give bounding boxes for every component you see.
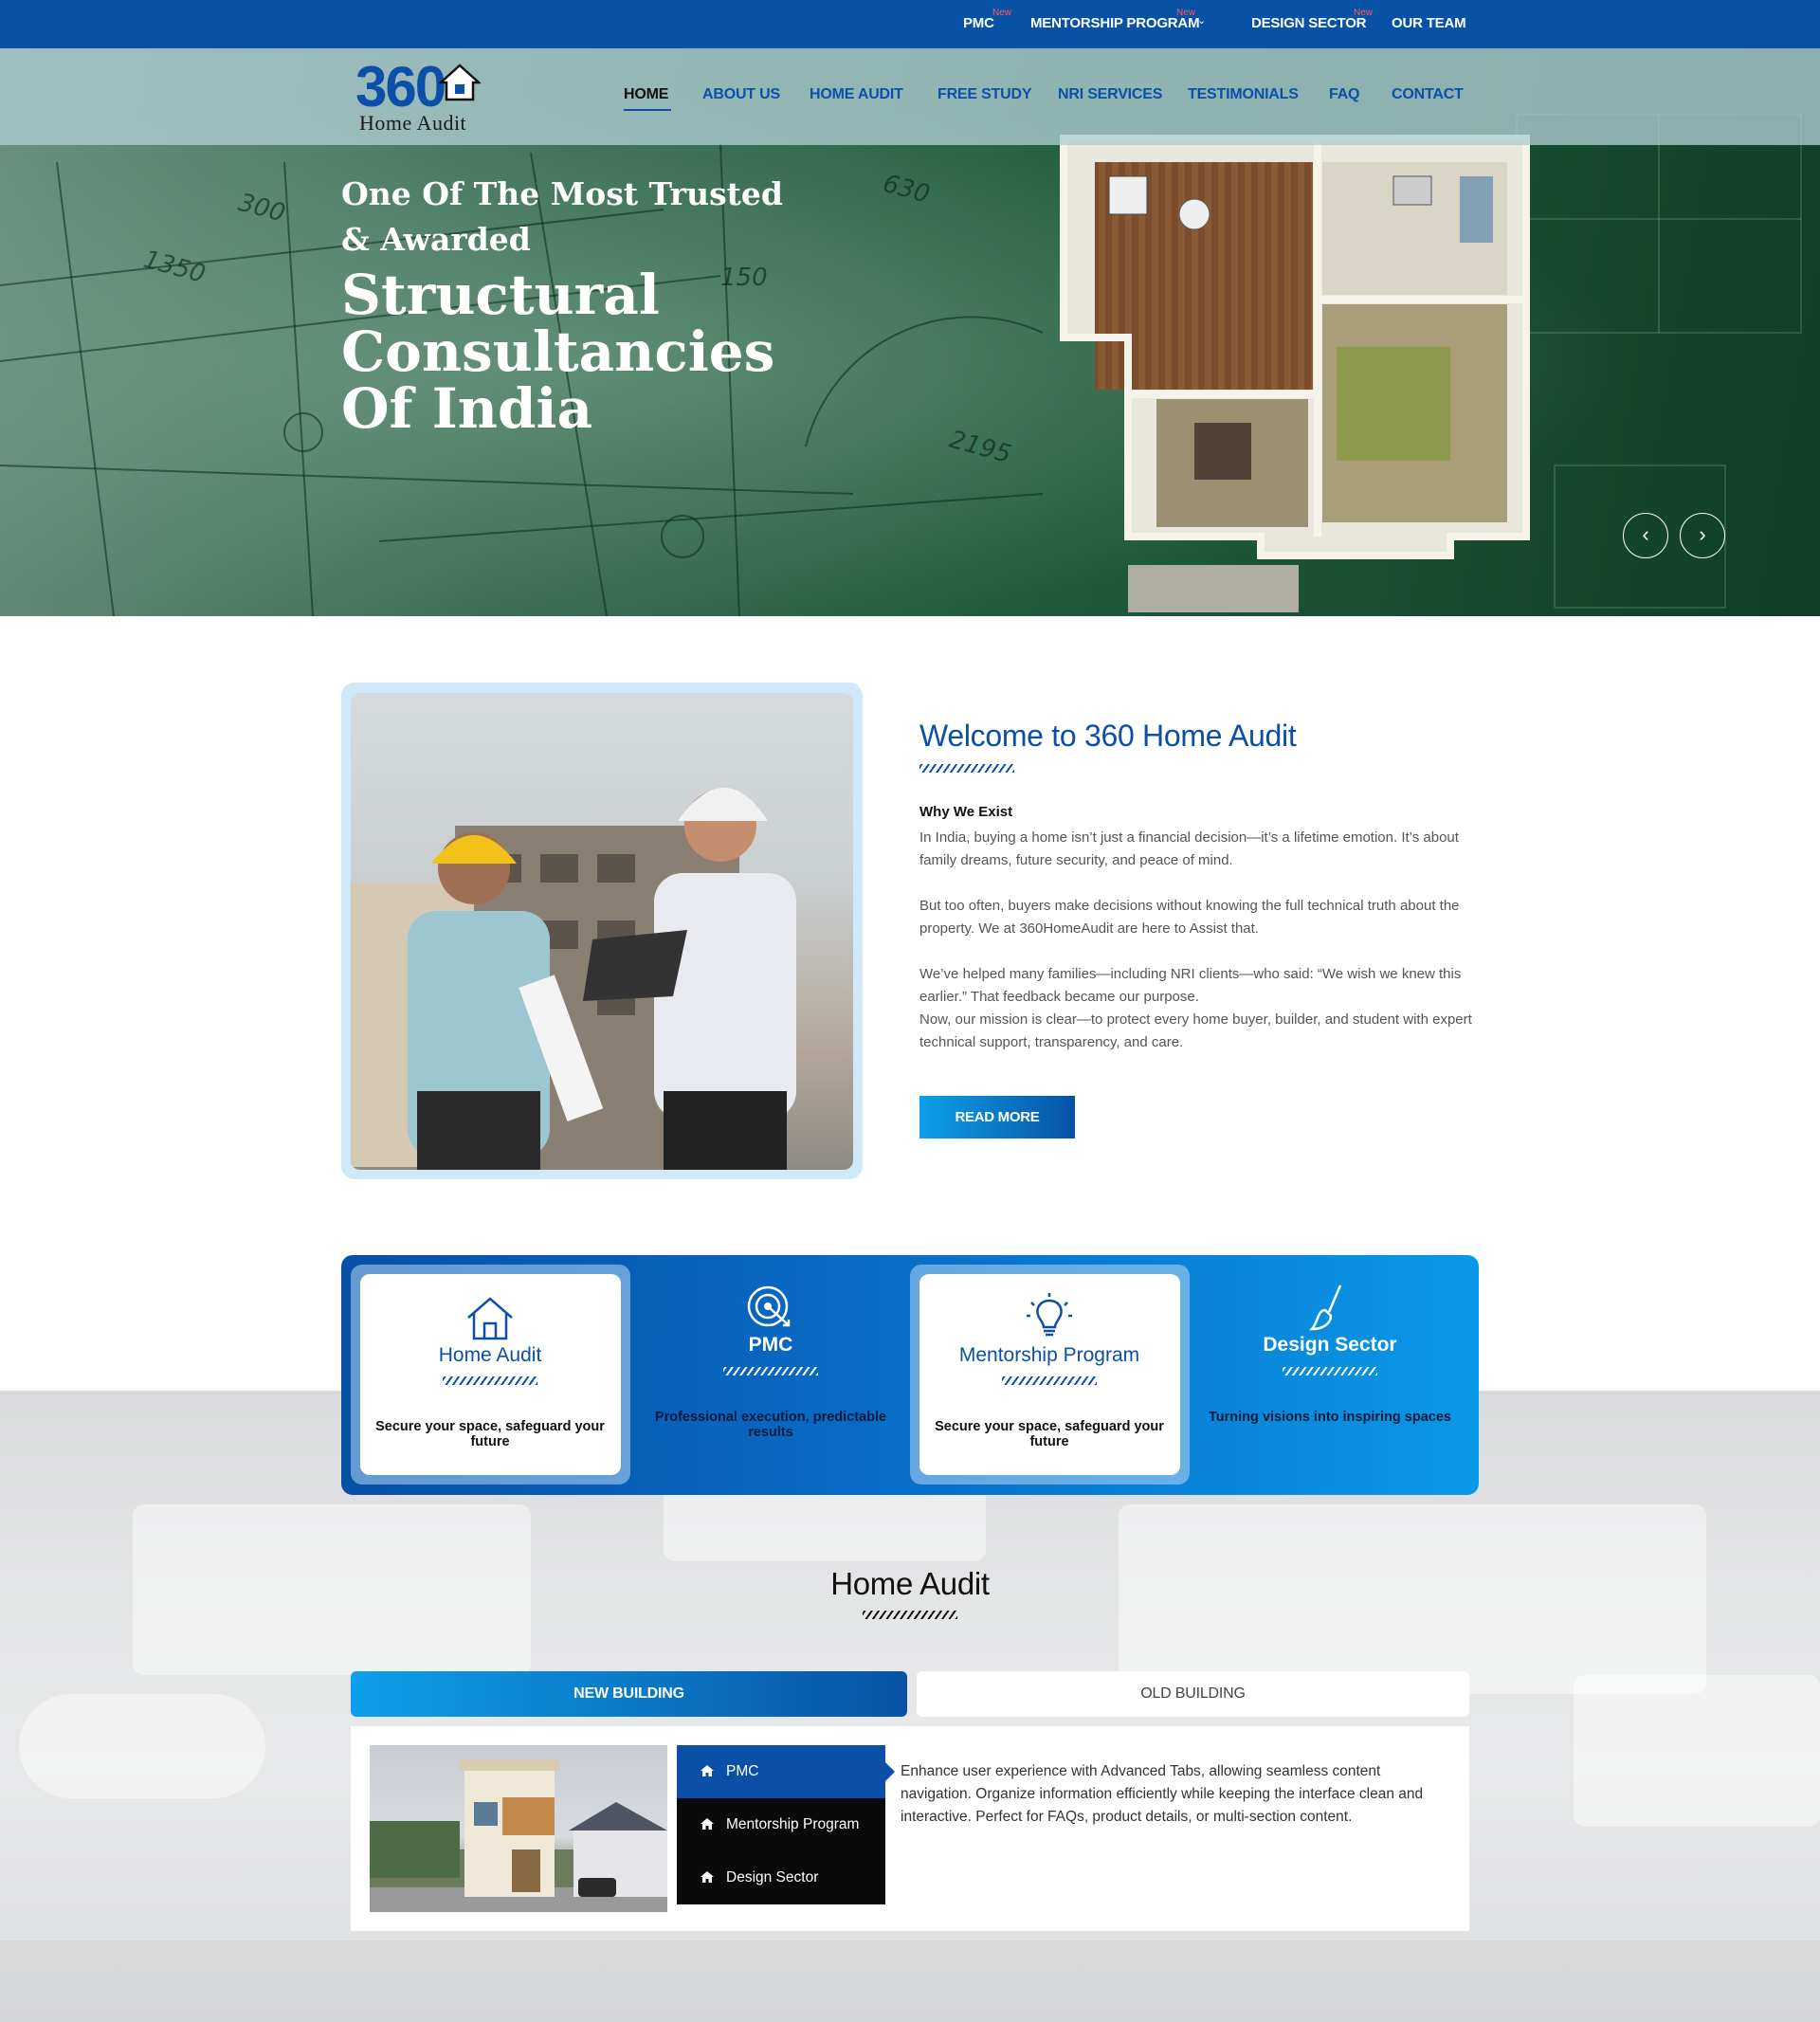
tab-content-text: Enhance user experience with Advanced Ta… — [901, 1763, 1424, 1825]
vtab-label: Design Sector — [726, 1869, 819, 1885]
title-underline-decoration — [1002, 1376, 1097, 1385]
main-navbar — [0, 48, 1820, 145]
brush-icon — [1308, 1284, 1342, 1331]
read-more-button[interactable]: READ MORE — [919, 1096, 1075, 1139]
hero-line-4: Consultancies — [341, 319, 775, 384]
top-bar: PMC New MENTORSHIP PROGRAM New ⌄ DESIGN … — [0, 0, 1820, 48]
slider-prev-button[interactable]: ‹ — [1623, 513, 1668, 558]
nav-about-us[interactable]: ABOUT US — [702, 86, 780, 103]
welcome-paragraph: In India, buying a home isn’t just a fin… — [919, 829, 1459, 868]
engineers-photo — [351, 693, 853, 1170]
hero-line-2: & Awarded — [341, 221, 531, 258]
target-icon — [747, 1285, 791, 1327]
hero-line-1: One Of The Most Trusted — [341, 175, 783, 212]
building-photo — [370, 1745, 667, 1912]
hero-heading: Structural Consultancies Of India — [341, 266, 774, 437]
svg-text:2195: 2195 — [946, 426, 1014, 469]
topbar-link-design-sector[interactable]: DESIGN SECTOR — [1251, 15, 1367, 31]
hero-banner: 1350 300 150 2195 630 360 Home Audit HOM… — [0, 48, 1820, 616]
welcome-paragraph: Now, our mission is clear—to protect eve… — [919, 1011, 1472, 1050]
service-title: Design Sector — [1263, 1334, 1397, 1356]
service-description: Professional execution, predictable resu… — [654, 1410, 887, 1440]
title-underline-decoration — [443, 1376, 537, 1385]
title-underline-decoration — [863, 1611, 957, 1619]
service-description: Turning visions into inspiring spaces — [1209, 1410, 1451, 1425]
title-underline-decoration — [919, 764, 1014, 773]
new-badge: New — [1354, 8, 1374, 18]
vertical-tab-menu: PMC Mentorship Program Design Sector — [677, 1745, 885, 1904]
welcome-title: Welcome to 360 Home Audit — [919, 719, 1297, 753]
tab-new-building[interactable]: NEW BUILDING — [351, 1671, 907, 1717]
new-badge: New — [1176, 8, 1196, 18]
new-badge: New — [992, 8, 1012, 18]
logo-house-icon — [439, 64, 481, 101]
house-icon — [467, 1297, 513, 1340]
topbar-link-our-team[interactable]: OUR TEAM — [1392, 15, 1466, 31]
slider-next-button[interactable]: › — [1680, 513, 1725, 558]
nav-contact[interactable]: CONTACT — [1392, 86, 1464, 103]
nav-free-study[interactable]: FREE STUDY — [937, 86, 1032, 103]
service-title: Home Audit — [438, 1344, 542, 1366]
nav-home[interactable]: HOME — [624, 86, 668, 103]
active-tab-pointer — [885, 1762, 895, 1781]
logo-text: Home Audit — [359, 111, 467, 135]
home-icon — [701, 1818, 714, 1830]
title-underline-decoration — [723, 1367, 818, 1375]
topbar-link-mentorship[interactable]: MENTORSHIP PROGRAM — [1030, 15, 1200, 31]
vtab-label: Mentorship Program — [726, 1816, 860, 1832]
vtab-design-sector[interactable]: Design Sector — [677, 1851, 885, 1904]
floor-plan-image — [1060, 135, 1530, 612]
home-icon — [701, 1871, 714, 1883]
nav-testimonials[interactable]: TESTIMONIALS — [1188, 86, 1299, 103]
home-audit-section-title: Home Audit — [830, 1566, 990, 1601]
welcome-paragraph: But too often, buyers make decisions wit… — [919, 898, 1460, 937]
vtab-label: PMC — [726, 1763, 759, 1779]
svg-text:1350: 1350 — [140, 246, 209, 289]
welcome-subtitle: Why We Exist — [919, 804, 1013, 820]
logo[interactable]: 360 Home Audit — [355, 54, 507, 139]
vtab-pmc[interactable]: PMC — [677, 1745, 885, 1798]
hero-tagline: One Of The Most Trusted & Awarded — [341, 172, 783, 263]
nav-active-underline — [624, 109, 671, 111]
svg-text:630: 630 — [880, 170, 933, 209]
service-title: PMC — [748, 1334, 793, 1356]
welcome-paragraph: We’ve helped many families—including NRI… — [919, 966, 1462, 1005]
svg-text:300: 300 — [235, 189, 288, 228]
service-title: Mentorship Program — [958, 1344, 1140, 1366]
topbar-link-pmc[interactable]: PMC — [963, 15, 994, 31]
home-icon — [701, 1765, 714, 1776]
tab-old-building[interactable]: OLD BUILDING — [917, 1671, 1469, 1717]
nav-home-audit[interactable]: HOME AUDIT — [810, 86, 903, 103]
hero-line-5: Of India — [341, 376, 593, 441]
chevron-down-icon[interactable]: ⌄ — [1197, 14, 1206, 27]
vtab-mentorship-program[interactable]: Mentorship Program — [677, 1798, 885, 1851]
hero-line-3: Structural — [341, 263, 660, 327]
service-description: Secure your space, safeguard your future — [935, 1419, 1164, 1449]
nav-nri-services[interactable]: NRI SERVICES — [1058, 86, 1162, 103]
lightbulb-icon — [1027, 1293, 1072, 1337]
service-description: Secure your space, safeguard your future — [375, 1419, 605, 1449]
title-underline-decoration — [1283, 1367, 1377, 1375]
nav-faq[interactable]: FAQ — [1329, 86, 1359, 103]
